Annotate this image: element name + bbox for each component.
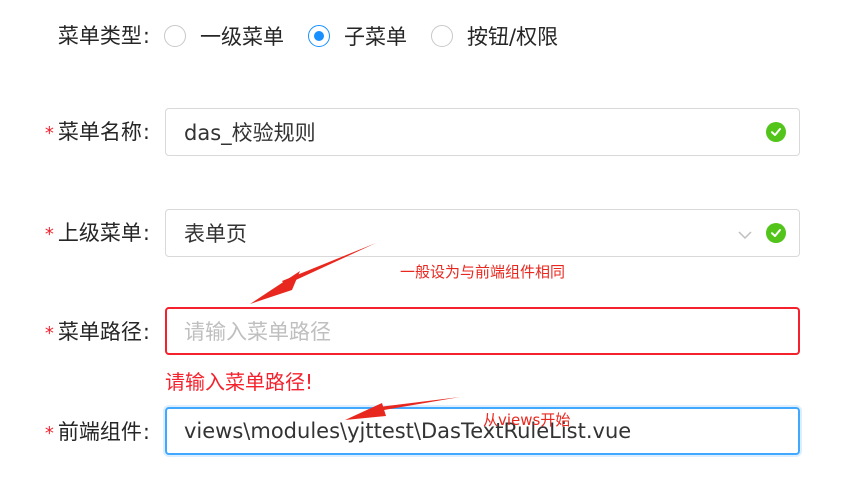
menu-path-colon: : [142,320,150,344]
menu-path-row: * 菜单路径: 请输入菜单路径 [0,307,855,355]
menu-name-input[interactable]: das_校验规则 [165,108,800,156]
required-mark: * [44,423,54,444]
parent-menu-label: * 上级菜单: [45,218,150,250]
parent-menu-colon: : [142,221,150,245]
radio-circle-button-permission[interactable] [431,25,453,47]
chevron-down-icon[interactable] [737,221,753,245]
radio-label-button-permission: 按钮/权限 [467,25,559,49]
path-annotation-note: 一般设为与前端组件相同 [400,263,566,281]
menu-name-row: * 菜单名称: das_校验规则 [0,108,855,156]
radio-label-top-menu: 一级菜单 [200,25,284,49]
radio-option-top-menu[interactable]: 一级菜单 [164,21,284,51]
component-colon: : [142,420,150,444]
component-label-text: 前端组件 [57,420,142,444]
menu-path-input[interactable]: 请输入菜单路径 [165,307,800,355]
menu-type-colon: : [142,24,150,48]
radio-option-sub-menu[interactable]: 子菜单 [308,21,407,51]
check-circle-icon [766,223,786,243]
parent-menu-label-text: 上级菜单 [57,221,142,245]
menu-name-label: * 菜单名称: [45,117,150,149]
parent-menu-row: * 上级菜单: 表单页 [0,209,855,257]
parent-menu-select[interactable]: 表单页 [165,209,800,257]
component-row: * 前端组件: views\modules\yjttest\DasTextRule… [0,407,855,455]
menu-type-row: 菜单类型: 一级菜单 子菜单 按钮/权限 [0,20,855,52]
parent-menu-value: 表单页 [184,222,247,246]
menu-path-label-text: 菜单路径 [57,320,142,344]
menu-name-label-text: 菜单名称 [57,120,142,144]
required-mark: * [44,224,54,245]
menu-name-colon: : [142,120,150,144]
required-mark: * [44,123,54,144]
component-annotation-note: 从views开始 [483,411,571,429]
required-mark: * [44,323,54,344]
radio-label-sub-menu: 子菜单 [344,25,407,49]
radio-circle-sub-menu[interactable] [308,25,330,47]
radio-circle-top-menu[interactable] [164,25,186,47]
menu-type-radio-group: 一级菜单 子菜单 按钮/权限 [164,20,582,52]
menu-path-placeholder: 请输入菜单路径 [184,320,331,344]
menu-type-label-text: 菜单类型 [57,24,142,48]
component-label: * 前端组件: [45,417,150,449]
menu-path-error-message: 请输入菜单路径! [165,370,314,394]
check-circle-icon [766,122,786,142]
menu-form: 菜单类型: 一级菜单 子菜单 按钮/权限 * 菜单名称: das_校验规则 * … [0,0,855,504]
menu-path-label: * 菜单路径: [45,317,150,349]
menu-type-label: 菜单类型: [58,21,150,51]
radio-option-button-permission[interactable]: 按钮/权限 [431,21,558,51]
menu-name-value: das_校验规则 [184,121,316,145]
